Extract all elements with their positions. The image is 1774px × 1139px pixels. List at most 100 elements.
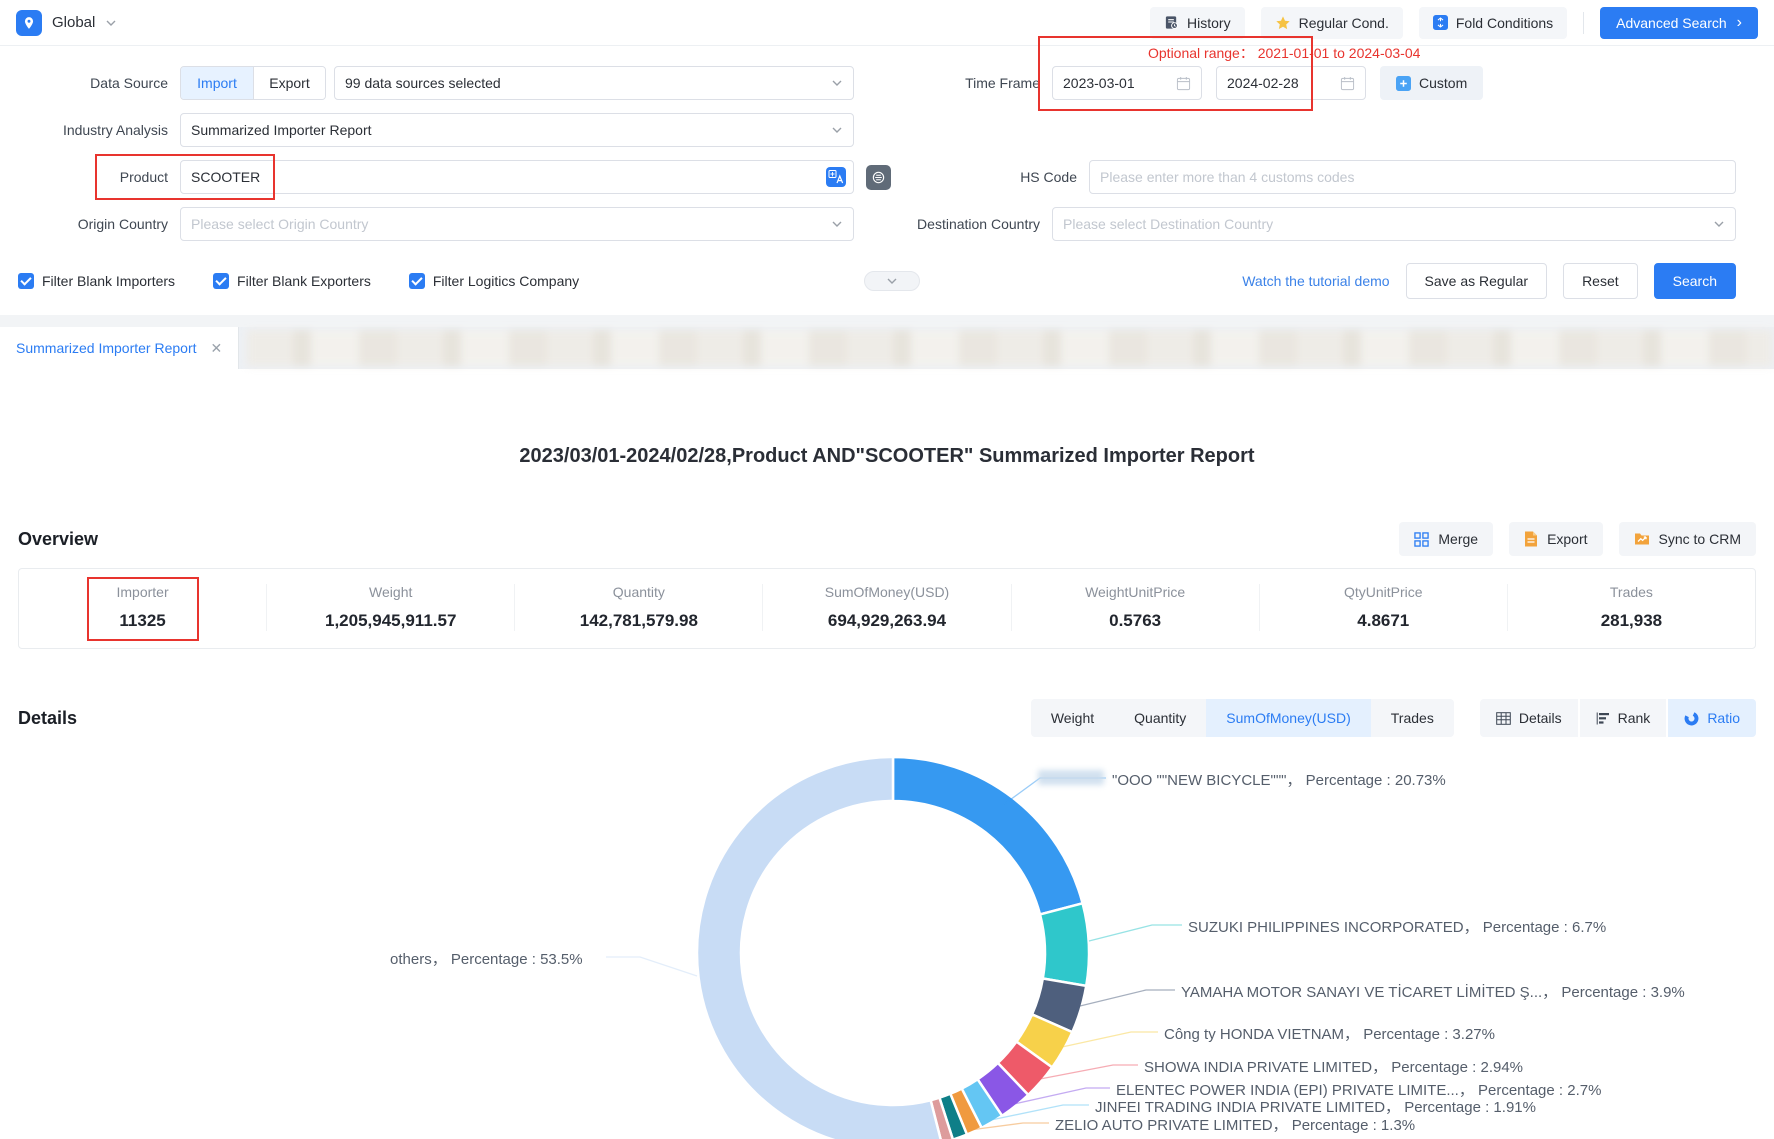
stat-weight: Weight1,205,945,911.57 xyxy=(266,584,514,631)
leader-line-1 xyxy=(1089,925,1182,941)
filter-checkbox-label: Filter Blank Importers xyxy=(42,273,175,289)
origin-country-label: Origin Country xyxy=(18,216,168,232)
section-gap xyxy=(0,315,1774,327)
chevron-down-icon xyxy=(105,17,117,29)
leader-line-10 xyxy=(606,957,697,976)
import-tab[interactable]: Import xyxy=(181,67,253,99)
stat-value: 11325 xyxy=(19,611,266,631)
destination-country-placeholder: Please select Destination Country xyxy=(1063,216,1273,232)
table-icon xyxy=(1496,712,1511,725)
slice-label-7: ZELIO AUTO PRIVATE LIMITED， Percentage :… xyxy=(1055,1114,1415,1135)
merge-button[interactable]: Merge xyxy=(1399,522,1493,556)
fold-conditions-label: Fold Conditions xyxy=(1456,15,1553,31)
sync-to-crm-label: Sync to CRM xyxy=(1659,531,1741,547)
stat-label: Quantity xyxy=(515,584,762,600)
metric-tab-trades[interactable]: Trades xyxy=(1371,699,1454,737)
region-selector[interactable]: Global xyxy=(16,10,117,36)
donut-slice-1[interactable] xyxy=(1040,903,1089,986)
details-heading: Details xyxy=(18,708,77,729)
overview-stats: Importer 11325Weight1,205,945,911.57Quant… xyxy=(18,568,1756,649)
image-search-icon[interactable] xyxy=(866,165,891,190)
custom-range-button[interactable]: Custom xyxy=(1380,66,1483,100)
export-file-icon xyxy=(1524,531,1538,547)
close-icon[interactable]: ✕ xyxy=(211,340,223,357)
stat-sumofmoney-usd-: SumOfMoney(USD)694,929,263.94 xyxy=(762,584,1010,631)
export-button[interactable]: Export xyxy=(1509,522,1602,556)
regular-cond-button[interactable]: Regular Cond. xyxy=(1261,7,1403,39)
importer-ratio-chart: "OOO ""NEW BICYCLE"""， Percentage : 20.7… xyxy=(0,743,1774,1139)
view-tab-ratio[interactable]: Ratio xyxy=(1668,699,1756,737)
leader-line-3 xyxy=(1062,1032,1158,1047)
stat-quantity: Quantity 142,781,579.98 xyxy=(514,584,762,631)
hs-code-input[interactable] xyxy=(1089,160,1736,194)
filter-checkbox-2[interactable]: Filter Logitics Company xyxy=(409,273,579,289)
reset-button[interactable]: Reset xyxy=(1563,263,1638,299)
tutorial-demo-link[interactable]: Watch the tutorial demo xyxy=(1242,273,1389,289)
start-date-input[interactable]: 2023-03-01 xyxy=(1052,66,1202,100)
slice-label-4: SHOWA INDIA PRIVATE LIMITED， Percentage … xyxy=(1144,1056,1523,1077)
advanced-search-button[interactable]: Advanced Search › xyxy=(1600,7,1758,39)
view-tab-rank[interactable]: Rank xyxy=(1580,699,1667,737)
filter-checkboxes: Filter Blank Importers Filter Blank Expor… xyxy=(18,273,617,289)
custom-icon xyxy=(1396,76,1411,91)
chevron-down-icon xyxy=(1713,218,1725,230)
star-icon xyxy=(1275,15,1291,31)
data-source-label: Data Source xyxy=(18,75,168,91)
divider xyxy=(1583,12,1584,34)
leader-line-4 xyxy=(1040,1065,1138,1079)
tab-summarized-importer-report[interactable]: Summarized Importer Report ✕ xyxy=(0,327,239,369)
sync-to-crm-button[interactable]: Sync to CRM xyxy=(1619,522,1756,556)
industry-analysis-value: Summarized Importer Report xyxy=(191,122,372,138)
destination-country-select[interactable]: Please select Destination Country xyxy=(1052,207,1736,241)
origin-country-select[interactable]: Please select Origin Country xyxy=(180,207,854,241)
view-tab-details[interactable]: Details xyxy=(1480,699,1578,737)
search-button[interactable]: Search xyxy=(1654,263,1736,299)
industry-analysis-select[interactable]: Summarized Importer Report xyxy=(180,113,854,147)
metric-tab-quantity[interactable]: Quantity xyxy=(1114,699,1206,737)
stat-label: WeightUnitPrice xyxy=(1012,584,1259,600)
stat-label: Trades xyxy=(1508,584,1755,600)
donut-slice-10[interactable] xyxy=(697,757,942,1139)
data-sources-select[interactable]: 99 data sources selected xyxy=(334,66,854,100)
translate-icon[interactable] xyxy=(826,167,846,187)
save-as-regular-button[interactable]: Save as Regular xyxy=(1406,263,1548,299)
calendar-icon xyxy=(1176,76,1191,91)
merge-icon xyxy=(1414,532,1429,547)
fold-conditions-button[interactable]: Fold Conditions xyxy=(1419,7,1567,39)
chevron-down-icon xyxy=(831,218,843,230)
report-area: 2023/03/01-2024/02/28,Product AND"SCOOTE… xyxy=(0,445,1774,1139)
stat-value: 142,781,579.98 xyxy=(515,611,762,631)
slice-label-3: Công ty HONDA VIETNAM， Percentage : 3.27… xyxy=(1164,1023,1495,1044)
view-tabs: Details Rank Ratio xyxy=(1480,699,1756,737)
report-title: 2023/03/01-2024/02/28,Product AND"SCOOTE… xyxy=(0,445,1774,468)
product-label: Product xyxy=(18,169,168,185)
hs-code-label: HS Code xyxy=(907,169,1077,185)
time-frame-group: Optional range： 2021-01-01 to 2024-03-04… xyxy=(1052,66,1483,100)
product-input[interactable] xyxy=(180,160,854,194)
destination-country-label: Destination Country xyxy=(870,216,1040,232)
checkbox-checked-icon[interactable] xyxy=(409,273,425,289)
metric-tab-weight[interactable]: Weight xyxy=(1031,699,1114,737)
history-button[interactable]: History xyxy=(1150,7,1245,39)
filter-checkbox-1[interactable]: Filter Blank Exporters xyxy=(213,273,371,289)
stat-label: Importer xyxy=(19,584,266,600)
filter-checkbox-0[interactable]: Filter Blank Importers xyxy=(18,273,175,289)
stat-trades: Trades281,938 xyxy=(1507,584,1755,631)
fold-icon xyxy=(1433,15,1448,30)
chevron-down-icon xyxy=(831,124,843,136)
calendar-icon xyxy=(1340,76,1355,91)
tab-label: Summarized Importer Report xyxy=(16,340,197,356)
collapse-conditions-button[interactable] xyxy=(864,271,920,291)
data-sources-value: 99 data sources selected xyxy=(345,75,501,91)
end-date-input[interactable]: 2024-02-28 xyxy=(1216,66,1366,100)
checkbox-checked-icon[interactable] xyxy=(213,273,229,289)
checkbox-checked-icon[interactable] xyxy=(18,273,34,289)
view-tab-label: Rank xyxy=(1618,710,1651,726)
crm-folder-icon xyxy=(1634,532,1650,546)
overview-heading: Overview xyxy=(18,529,98,550)
custom-label: Custom xyxy=(1419,75,1467,91)
metric-tab-sumofmoney-usd-[interactable]: SumOfMoney(USD) xyxy=(1206,699,1370,737)
rank-icon xyxy=(1596,712,1610,725)
export-tab[interactable]: Export xyxy=(253,67,325,99)
stat-value: 1,205,945,911.57 xyxy=(267,611,514,631)
